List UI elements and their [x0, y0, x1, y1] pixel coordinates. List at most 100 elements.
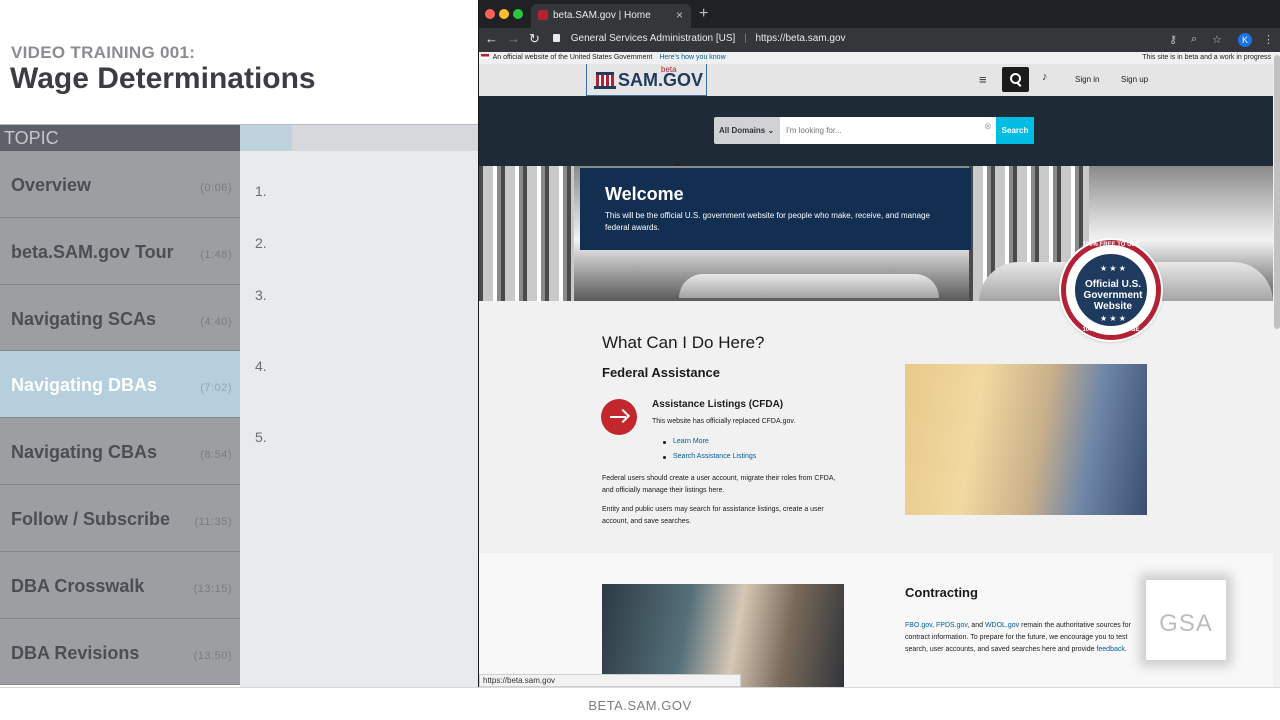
contracting-heading: Contracting: [905, 585, 978, 600]
fbo-link[interactable]: FBO.gov: [905, 622, 932, 629]
step-number: 1.: [255, 183, 267, 199]
how-you-know-link[interactable]: Here's how you know: [659, 54, 725, 61]
browser-toolbar: ← → ↻ General Services Administration [U…: [479, 28, 1280, 52]
new-tab-icon[interactable]: +: [699, 5, 708, 23]
gsa-logo-text: GSA: [1159, 610, 1213, 637]
topic-name: Follow / Subscribe: [11, 508, 171, 529]
column-image: [479, 166, 574, 301]
browser-window: beta.SAM.gov | Home × + ← → ↻ General Se…: [478, 0, 1280, 687]
search-button[interactable]: Search: [996, 117, 1034, 144]
topic-item-scas[interactable]: Navigating SCAs (4:40): [0, 284, 240, 352]
zoom-icon[interactable]: ⌕: [1191, 33, 1197, 46]
site-header: SAM.GOV beta ≡ ♪ Sign in Sign up: [479, 64, 1273, 96]
topic-header: TOPIC: [0, 125, 240, 152]
minimize-window-button[interactable]: [499, 9, 509, 19]
welcome-box: Welcome This will be the official U.S. g…: [580, 168, 971, 250]
topic-time: (11:35): [194, 515, 232, 528]
chevron-down-icon: ⌄: [767, 126, 775, 135]
topic-name: DBA Revisions: [11, 642, 140, 663]
step-number: 4.: [255, 358, 267, 374]
sign-up-link[interactable]: Sign up: [1121, 75, 1148, 84]
logo-beta: beta: [661, 65, 677, 74]
star-icon: ★ ★ ★: [1100, 314, 1126, 323]
topic-name: Navigating SCAs: [11, 308, 157, 329]
classroom-photo: [905, 364, 1147, 515]
video-training-label: VIDEO TRAINING 001:: [11, 43, 196, 62]
topic-header-bar: TOPIC: [0, 124, 478, 152]
fpds-link[interactable]: FPDS.gov: [936, 622, 967, 629]
page-scrollbar[interactable]: [1273, 52, 1280, 687]
topic-time: (7:02): [200, 382, 232, 395]
video-caption: BETA.SAM.GOV: [0, 687, 1280, 720]
topic-item-overview[interactable]: Overview (0:06): [0, 151, 240, 218]
more-menu-icon[interactable]: ⋮: [1263, 33, 1274, 46]
welcome-text: This will be the official U.S. governmen…: [605, 211, 930, 232]
close-window-button[interactable]: [485, 9, 495, 19]
topic-time: (1:48): [200, 248, 232, 261]
steps-panel: 1. 2. 3. 4. 5.: [240, 151, 478, 687]
gov-banner-text: An official website of the United States…: [492, 54, 653, 61]
scrollbar-thumb[interactable]: [1274, 55, 1280, 329]
address-bar[interactable]: General Services Administration [US] | h…: [553, 33, 846, 44]
learn-more-link[interactable]: Learn More: [663, 438, 709, 445]
bookmark-star-icon[interactable]: ☆: [1212, 33, 1222, 46]
assistance-listings-title: Assistance Listings (CFDA): [652, 399, 784, 410]
sign-in-link[interactable]: Sign in: [1075, 75, 1099, 84]
uncle-sam-hat-icon: [596, 72, 614, 86]
period: .: [1124, 646, 1127, 653]
official-website-seal: 100% FREE TO USE ★ ★ ★ Official U.S. Gov…: [1061, 240, 1161, 340]
lock-icon: [553, 34, 560, 42]
training-panel: VIDEO TRAINING 001: Wage Determinations …: [0, 0, 478, 687]
topic-name: beta.SAM.gov Tour: [11, 241, 174, 262]
hat-brim: [594, 86, 616, 89]
welcome-title: Welcome: [605, 184, 684, 204]
search-input[interactable]: [780, 117, 996, 144]
step-number: 5.: [255, 429, 267, 445]
gsa-logo: GSA: [1146, 580, 1226, 660]
column-base-image: [679, 274, 939, 298]
feedback-link[interactable]: feedback: [1096, 646, 1124, 653]
topic-time: (0:06): [200, 182, 232, 194]
topic-item-tour[interactable]: beta.SAM.gov Tour (1:48): [0, 217, 240, 285]
domain-select[interactable]: All Domains ⌄: [714, 117, 780, 144]
assistance-listings-text: This website has officially replaced CFD…: [652, 418, 796, 425]
tab-close-icon[interactable]: ×: [676, 8, 683, 22]
seal-line-2: Government: [1083, 290, 1143, 301]
topic-time: (8:54): [200, 449, 232, 462]
search-listings-link[interactable]: Search Assistance Listings: [662, 453, 756, 460]
site-identity: General Services Administration [US]: [570, 33, 736, 44]
us-flag-icon: [481, 54, 489, 59]
office-photo: [602, 584, 844, 687]
arrow-right-icon[interactable]: [601, 399, 637, 435]
back-icon[interactable]: ←: [485, 31, 498, 46]
topic-item-cbas[interactable]: Navigating CBAs (8:54): [0, 418, 240, 485]
bell-icon[interactable]: ♪: [1042, 71, 1048, 83]
what-can-i-do-heading: What Can I Do Here?: [602, 333, 765, 352]
profile-avatar[interactable]: K: [1238, 33, 1252, 47]
seal-ring-top: 100% FREE TO USE: [1082, 242, 1140, 248]
topic-item-follow[interactable]: Follow / Subscribe (11:35): [0, 484, 240, 552]
sam-logo[interactable]: SAM.GOV beta: [586, 64, 707, 96]
key-icon[interactable]: ⚷: [1169, 33, 1177, 46]
header-search-button[interactable]: [1002, 67, 1029, 92]
forward-icon[interactable]: →: [507, 31, 520, 46]
wdol-link[interactable]: WDOL.gov: [985, 622, 1019, 629]
topic-time: (13:15): [193, 582, 232, 595]
entity-users-text: Entity and public users may search for a…: [602, 506, 824, 525]
topic-time: (13:50): [193, 649, 232, 662]
menu-icon[interactable]: ≡: [979, 72, 987, 87]
reload-icon[interactable]: ↻: [529, 31, 540, 47]
topic-item-revisions[interactable]: DBA Revisions (13:50): [0, 618, 240, 686]
federal-assistance-section: What Can I Do Here? Federal Assistance A…: [479, 301, 1273, 553]
topic-name: Overview: [11, 175, 92, 195]
clear-search-icon[interactable]: ⊗: [984, 121, 992, 132]
domain-select-value: All Domains: [719, 126, 766, 135]
topic-time: (4:40): [200, 315, 232, 328]
browser-tab[interactable]: beta.SAM.gov | Home ×: [531, 4, 691, 28]
topic-item-crosswalk[interactable]: DBA Crosswalk (13:15): [0, 551, 240, 619]
tab-title: beta.SAM.gov | Home: [553, 10, 651, 21]
topic-list: Overview (0:06) beta.SAM.gov Tour (1:48)…: [0, 151, 248, 686]
topic-item-dbas[interactable]: Navigating DBAs (7:02): [0, 351, 248, 419]
zoom-window-button[interactable]: [513, 9, 523, 19]
url-text: https://beta.sam.gov: [755, 33, 846, 44]
